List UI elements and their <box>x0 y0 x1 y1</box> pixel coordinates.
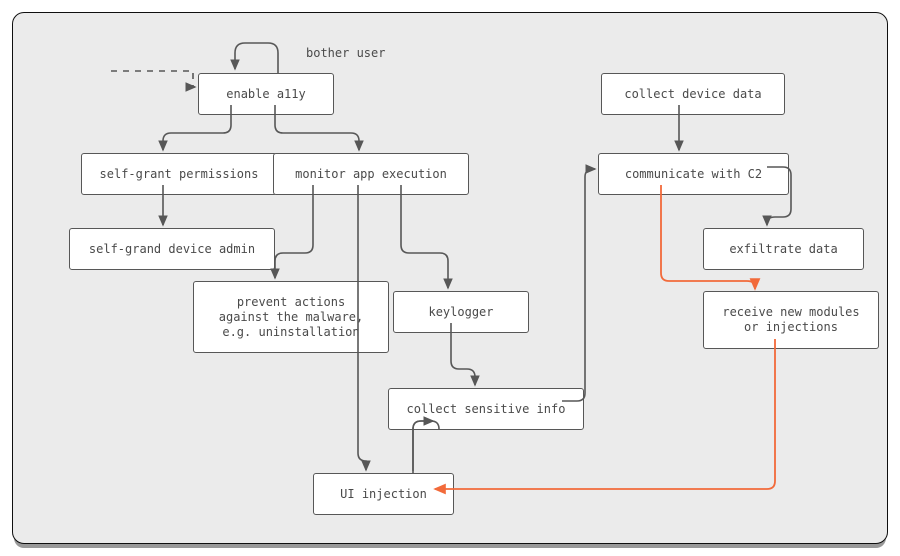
edges <box>13 13 887 543</box>
diagram-card: enable a11y self-grant permissions monit… <box>12 12 888 544</box>
